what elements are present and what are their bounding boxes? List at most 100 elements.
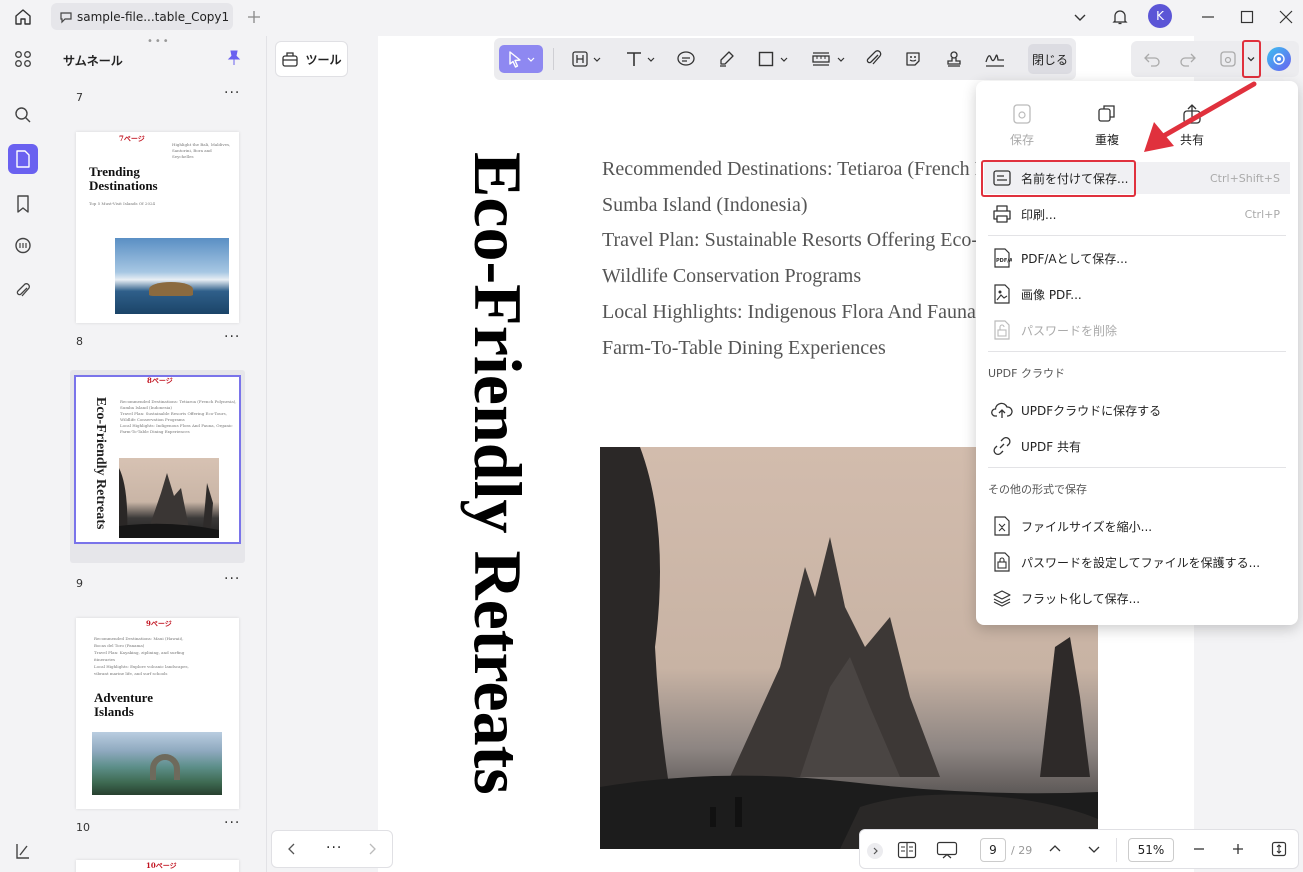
pin-icon[interactable] [227, 50, 241, 69]
title-bar: sample-file...table_Copy1 K [0, 0, 1303, 34]
save-pdfa-menu-item[interactable]: PDF/A PDF/Aとして保存... [984, 242, 1290, 274]
page-more-button[interactable]: ··· [224, 85, 240, 101]
sidebar-settings-icon[interactable] [8, 836, 38, 866]
ruler-icon [812, 52, 830, 66]
current-page-input[interactable]: 9 [980, 838, 1006, 862]
chevron-left-icon[interactable] [286, 842, 298, 859]
island-photo [115, 238, 229, 314]
page-thumbnail[interactable]: 10ページ [76, 860, 239, 872]
doc-text-line: Travel Plan: Sustainable Resorts Offerin… [602, 229, 1029, 251]
text-box-tool[interactable] [564, 45, 608, 73]
save-action[interactable]: 保存 [992, 99, 1052, 148]
page-number: 10 [76, 821, 90, 834]
doc-text-line: Farm-To-Table Dining Experiences [602, 337, 886, 359]
presentation-icon[interactable] [936, 841, 958, 862]
flatten-save-menu-item[interactable]: フラット化して保存... [984, 582, 1290, 614]
unlock-icon [994, 320, 1010, 340]
page-thumbnail[interactable]: 9ページ Recommended Destinations: Maui (Haw… [76, 618, 239, 809]
compress-icon [994, 516, 1010, 536]
select-tool[interactable] [499, 45, 543, 73]
more-icon[interactable]: ··· [326, 840, 342, 856]
next-page-icon[interactable] [1087, 842, 1101, 859]
comment-icon [677, 51, 695, 66]
tools-label: ツール [305, 52, 342, 67]
tools-button[interactable]: ツール [275, 41, 348, 77]
protect-password-menu-item[interactable]: パスワードを設定してファイルを保護する... [984, 546, 1290, 578]
thumbnail-panel-title: サムネール [63, 54, 123, 68]
search-icon[interactable] [8, 100, 38, 130]
layers-icon [993, 590, 1011, 607]
cursor-icon [509, 51, 521, 68]
save-to-cloud-menu-item[interactable]: UPDFクラウドに保存する [984, 394, 1290, 426]
collapse-icon[interactable] [867, 843, 883, 859]
maximize-icon[interactable] [1235, 5, 1259, 29]
page-more-button[interactable]: ··· [224, 571, 240, 587]
duplicate-action[interactable]: 重複 [1077, 99, 1137, 148]
close-icon[interactable] [1274, 5, 1298, 29]
comment-icon [60, 11, 72, 23]
comment-tool[interactable] [672, 45, 700, 73]
page-thumbnail[interactable]: 7ページ Highlight the Bali, Maldives, Santo… [76, 132, 239, 323]
sticker-tool[interactable] [899, 45, 927, 73]
new-tab-icon[interactable] [242, 5, 266, 29]
home-icon[interactable] [11, 5, 35, 29]
page-number: 7 [76, 91, 83, 104]
fit-page-icon[interactable] [1271, 841, 1287, 860]
zoom-in-icon[interactable] [1231, 842, 1245, 859]
bell-icon[interactable] [1108, 5, 1132, 29]
ai-assistant-icon[interactable] [1267, 47, 1291, 71]
toolbox-icon [282, 52, 299, 67]
image-pdf-icon [994, 284, 1010, 304]
page-nav-bar: ··· [271, 830, 393, 868]
signature-icon [985, 54, 1004, 67]
print-menu-item[interactable]: 印刷... Ctrl+P [984, 198, 1290, 230]
page-more-button[interactable]: ··· [224, 329, 240, 345]
undo-icon[interactable] [1143, 50, 1161, 71]
attach-tool[interactable] [860, 45, 888, 73]
page-more-button[interactable]: ··· [224, 815, 240, 831]
text-tool[interactable] [618, 45, 662, 73]
zoom-out-icon[interactable] [1192, 842, 1206, 859]
close-toolbar-button[interactable]: 閉じる [1028, 44, 1072, 74]
paperclip-icon [866, 50, 882, 65]
minimize-icon[interactable] [1196, 5, 1220, 29]
tab-title: sample-file...table_Copy1 [77, 9, 230, 24]
shape-tool[interactable] [752, 45, 794, 73]
duplicate-icon [1098, 105, 1115, 122]
page-layout-icon[interactable] [897, 841, 917, 862]
remove-password-menu-item[interactable]: パスワードを削除 [984, 314, 1290, 346]
zoom-level-input[interactable]: 51% [1128, 838, 1174, 862]
chevron-right-icon[interactable] [366, 842, 378, 859]
grid-icon[interactable] [8, 44, 38, 74]
sticker-icon [906, 52, 920, 66]
bookmark-icon[interactable] [8, 189, 38, 219]
attachment-icon[interactable] [8, 276, 38, 306]
comments-icon[interactable] [8, 231, 38, 261]
save-icon[interactable] [1219, 50, 1237, 71]
cloud-section-header: UPDF クラウド [988, 367, 1065, 380]
signature-tool[interactable] [980, 45, 1010, 73]
avatar[interactable]: K [1148, 4, 1172, 28]
previous-page-icon[interactable] [1048, 842, 1062, 859]
stamp-tool[interactable] [940, 45, 968, 73]
save-as-highlight-box [981, 160, 1136, 197]
drag-handle[interactable]: ••• [147, 36, 171, 47]
chevron-down-icon[interactable] [1068, 5, 1092, 29]
left-rail [0, 34, 46, 872]
updf-share-menu-item[interactable]: UPDF 共有 [984, 430, 1290, 462]
pages-icon[interactable] [8, 144, 38, 174]
rock-arch-photo [92, 732, 222, 795]
image-pdf-menu-item[interactable]: 画像 PDF... [984, 278, 1290, 310]
highlighter-tool[interactable] [712, 45, 740, 73]
lock-icon [994, 552, 1010, 572]
measure-tool[interactable] [806, 45, 850, 73]
red-arrow-annotation [1144, 81, 1257, 152]
document-tab[interactable]: sample-file...table_Copy1 [51, 3, 233, 30]
vertical-page-title: Eco-Friendly Retreats [460, 152, 536, 795]
save-toolbar [1131, 41, 1299, 77]
save-icon [1013, 104, 1031, 124]
text-icon [627, 52, 641, 66]
redo-icon[interactable] [1179, 50, 1197, 71]
reduce-size-menu-item[interactable]: ファイルサイズを縮小... [984, 510, 1290, 542]
page-thumbnail-selected[interactable]: 8ページ Eco-Friendly Retreats Recommended D… [74, 375, 241, 544]
